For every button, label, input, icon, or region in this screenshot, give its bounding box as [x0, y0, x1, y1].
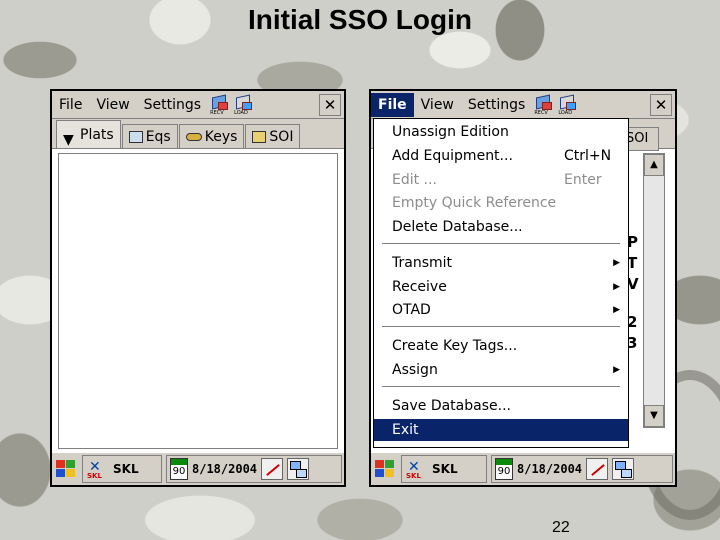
task-label: SKL	[432, 462, 458, 476]
close-button[interactable]: ✕	[650, 94, 672, 116]
skl-task-button[interactable]: ✕ SKL SKL	[401, 455, 487, 483]
page-number: 22	[552, 519, 570, 536]
menu-item-exit[interactable]: Exit	[374, 419, 628, 441]
system-tray: 90 8/18/2004	[166, 455, 342, 483]
submenu-arrow-icon: ▶	[613, 305, 620, 315]
calendar-icon[interactable]: 90	[170, 458, 188, 480]
load-caption: LOAD	[558, 109, 573, 116]
menu-item-label: Add Equipment...	[392, 148, 513, 164]
tab-keys[interactable]: Keys	[178, 124, 245, 148]
taskbar: ✕ SKL SKL 90 8/18/2004	[52, 451, 344, 485]
menu-item-delete-database[interactable]: Delete Database...	[374, 216, 628, 238]
menu-settings[interactable]: Settings	[461, 93, 532, 117]
menu-item-label: Exit	[392, 422, 419, 438]
tray-date: 8/18/2004	[192, 462, 258, 476]
tab-label: SOI	[269, 128, 294, 145]
load-icon[interactable]: LOAD	[558, 94, 580, 116]
menu-item-label: Receive	[392, 279, 447, 295]
calendar-number: 90	[172, 466, 186, 477]
slide-title: Initial SSO Login	[248, 4, 472, 35]
menu-item-receive[interactable]: Receive ▶	[374, 276, 628, 298]
tab-plats[interactable]: ▼ Plats	[56, 120, 121, 148]
vertical-scrollbar[interactable]: ▲ ▼	[643, 153, 665, 428]
calendar-number: 90	[497, 466, 511, 477]
menu-shortcut: Ctrl+N	[564, 148, 612, 164]
menu-item-label: Edit ...	[392, 172, 437, 188]
menu-separator	[382, 326, 620, 328]
key-icon	[185, 132, 202, 141]
menu-item-add-equipment[interactable]: Add Equipment... Ctrl+N	[374, 145, 628, 167]
plats-icon: ▼	[63, 131, 74, 148]
start-icon[interactable]	[54, 457, 78, 481]
edit-pen-icon[interactable]	[261, 458, 284, 480]
menu-item-label: Create Key Tags...	[392, 338, 518, 354]
load-icon[interactable]: LOAD	[234, 94, 256, 116]
menu-item-create-key-tags[interactable]: Create Key Tags...	[374, 335, 628, 357]
menu-settings[interactable]: Settings	[137, 93, 208, 117]
menu-separator	[382, 386, 620, 388]
file-menu-dropdown: Unassign Edition Add Equipment... Ctrl+N …	[373, 118, 629, 448]
recv-caption: RECV	[534, 109, 548, 116]
menu-item-label: Save Database...	[392, 398, 511, 414]
skl-logo-text: SKL	[87, 472, 102, 480]
equipment-icon	[128, 130, 143, 143]
tray-date: 8/18/2004	[517, 462, 583, 476]
menu-view[interactable]: View	[89, 93, 136, 117]
menu-item-save-database[interactable]: Save Database...	[374, 395, 628, 417]
task-label: SKL	[113, 462, 139, 476]
left-device-screen: File View Settings RECV LOAD ✕ ▼ Plats E…	[50, 89, 346, 487]
plats-content-area[interactable]	[58, 153, 338, 449]
menubar: File View Settings RECV LOAD ✕	[371, 91, 675, 119]
menu-item-otad[interactable]: OTAD ▶	[374, 299, 628, 321]
taskbar: ✕ SKL SKL 90 8/18/2004	[371, 451, 675, 485]
close-button[interactable]: ✕	[319, 94, 341, 116]
tab-eqs[interactable]: Eqs	[121, 124, 178, 148]
tab-label: Keys	[204, 128, 238, 145]
menu-item-unassign-edition[interactable]: Unassign Edition	[374, 121, 628, 143]
menu-view[interactable]: View	[414, 93, 461, 117]
menu-item-label: Empty Quick Reference	[392, 195, 557, 211]
windows-switch-icon[interactable]	[287, 458, 310, 480]
menu-shortcut: Enter	[564, 172, 602, 188]
submenu-arrow-icon: ▶	[613, 365, 620, 375]
menu-separator	[382, 243, 620, 245]
menu-item-empty-quick-reference: Empty Quick Reference	[374, 192, 628, 214]
skl-logo-text: SKL	[406, 472, 421, 480]
menu-item-transmit[interactable]: Transmit ▶	[374, 252, 628, 274]
skl-logo-icon: ✕ SKL	[87, 459, 102, 480]
menu-item-label: Transmit	[392, 255, 453, 271]
recv-icon[interactable]: RECV	[210, 94, 232, 116]
menu-file[interactable]: File	[52, 93, 89, 117]
scroll-down-icon[interactable]: ▼	[644, 405, 664, 427]
tab-soi[interactable]: SOI	[245, 124, 301, 148]
windows-switch-icon[interactable]	[612, 458, 635, 480]
scroll-up-icon[interactable]: ▲	[644, 154, 664, 176]
edit-pen-icon[interactable]	[586, 458, 609, 480]
recv-caption: RECV	[210, 109, 224, 116]
submenu-arrow-icon: ▶	[613, 258, 620, 268]
system-tray: 90 8/18/2004	[491, 455, 673, 483]
menu-item-label: Unassign Edition	[392, 124, 509, 140]
tab-label: Plats	[80, 126, 114, 143]
menu-file[interactable]: File	[371, 92, 414, 117]
skl-task-button[interactable]: ✕ SKL SKL	[82, 455, 162, 483]
submenu-arrow-icon: ▶	[613, 282, 620, 292]
menubar: File View Settings RECV LOAD ✕	[52, 91, 344, 119]
load-caption: LOAD	[234, 109, 248, 116]
menu-item-label: OTAD	[392, 302, 431, 318]
recv-icon[interactable]: RECV	[534, 94, 556, 116]
right-device-screen: File View Settings RECV LOAD ✕ SOI P T V…	[369, 89, 677, 487]
menu-item-label: Assign	[392, 362, 438, 378]
tab-bar: ▼ Plats Eqs Keys SOI	[52, 119, 344, 149]
start-icon[interactable]	[373, 457, 397, 481]
menu-item-assign[interactable]: Assign ▶	[374, 359, 628, 381]
menu-item-label: Delete Database...	[392, 219, 523, 235]
skl-logo-icon: ✕ SKL	[406, 459, 421, 480]
soi-icon	[252, 130, 267, 143]
calendar-icon[interactable]: 90	[495, 458, 513, 480]
tab-label: Eqs	[145, 128, 171, 145]
menu-item-edit: Edit ... Enter	[374, 169, 628, 191]
